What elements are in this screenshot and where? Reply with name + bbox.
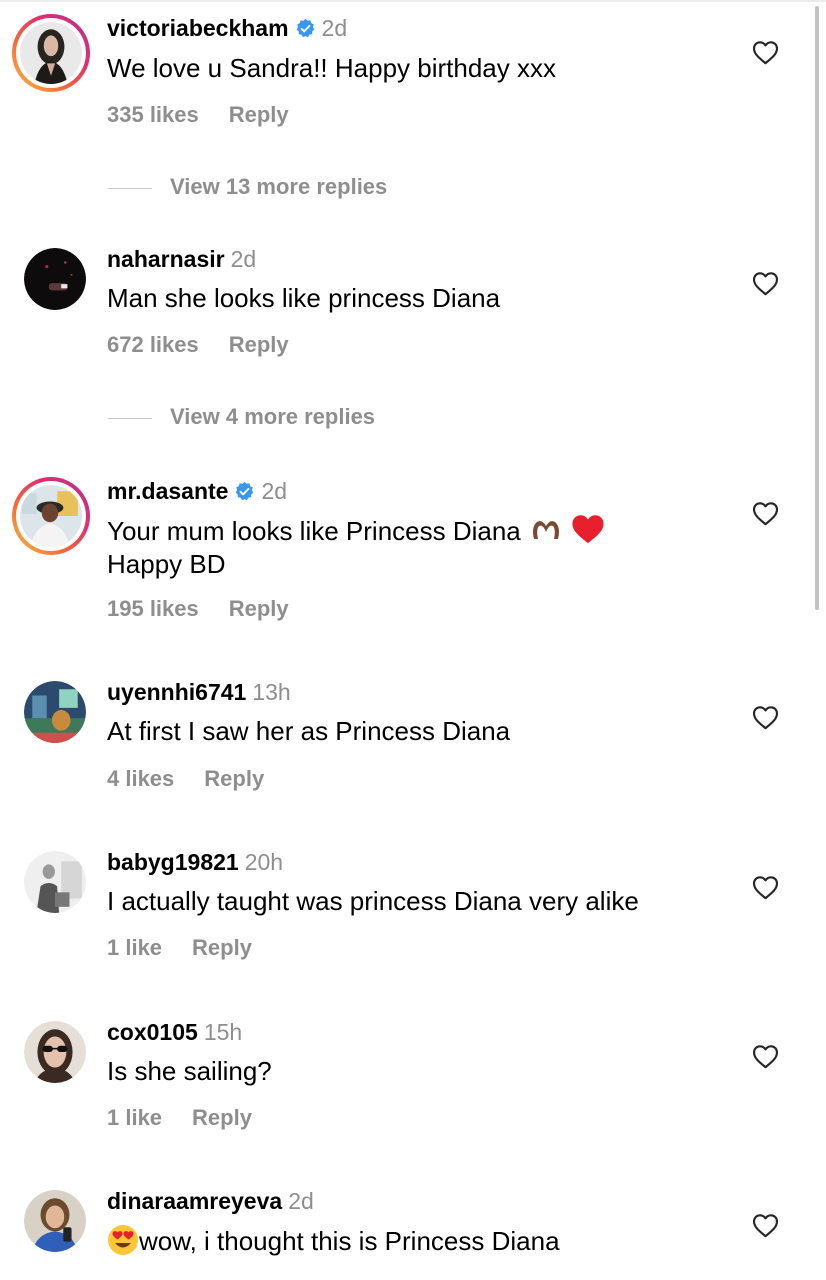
comment-text: wow, i thought this is Princess Diana (107, 1224, 747, 1258)
view-more-replies[interactable]: View 13 more replies (108, 173, 387, 201)
heart-outline-icon[interactable] (752, 875, 779, 900)
comment-text: I actually taught was princess Diana ver… (107, 886, 639, 916)
comment-time: 2d (321, 15, 348, 41)
heart-outline-icon[interactable] (752, 705, 779, 730)
avatar[interactable] (24, 1021, 86, 1083)
selfie-woman-avatar-icon (24, 1190, 86, 1252)
comment-time: 2d (261, 478, 288, 504)
likes-count[interactable]: 672 likes (107, 332, 199, 357)
view-more-replies-label: View 13 more replies (170, 174, 388, 199)
red-heart-emoji-icon (572, 515, 604, 544)
comment-time: 2d (288, 1188, 314, 1214)
likes-count[interactable]: 1 like (107, 935, 162, 960)
verified-badge-icon (236, 481, 254, 501)
dark-photo-avatar-icon (24, 248, 86, 310)
reply-button[interactable]: Reply (229, 332, 289, 357)
comment-text: At first I saw her as Princess Diana (107, 716, 511, 746)
avatar[interactable] (12, 477, 90, 555)
reply-button[interactable]: Reply (229, 102, 289, 127)
divider-line (108, 187, 152, 189)
heart-outline-icon[interactable] (752, 501, 779, 526)
verified-badge-icon (296, 18, 314, 38)
sunglasses-woman-avatar-icon (24, 1021, 86, 1083)
avatar[interactable] (24, 1190, 86, 1252)
avatar[interactable] (24, 681, 86, 743)
reply-button[interactable]: Reply (192, 935, 252, 960)
avatar[interactable] (24, 851, 86, 913)
username[interactable]: babyg19821 (107, 849, 239, 875)
heart-outline-icon[interactable] (752, 271, 779, 296)
username[interactable]: naharnasir (107, 246, 225, 272)
comment-text-line: Happy BD (107, 549, 226, 579)
reply-button[interactable]: Reply (192, 1105, 252, 1130)
comment-time: 13h (252, 679, 291, 705)
divider-line (108, 417, 152, 419)
reply-button[interactable]: Reply (204, 766, 264, 791)
likes-count[interactable]: 1 like (107, 1105, 162, 1130)
comment-text-line: Your mum looks like Princess Diana (107, 516, 521, 546)
view-more-replies-label: View 4 more replies (170, 404, 376, 429)
comment-time: 2d (230, 246, 257, 272)
username[interactable]: uyennhi6741 (107, 679, 246, 705)
comment-text: Your mum looks like Princess Diana Happy… (107, 513, 747, 581)
heart-eyes-emoji-icon (108, 1225, 138, 1255)
heart-outline-icon[interactable] (752, 1044, 779, 1069)
heart-outline-icon[interactable] (752, 40, 779, 65)
likes-count[interactable]: 335 likes (107, 102, 199, 127)
view-more-replies[interactable]: View 4 more replies (108, 403, 375, 431)
woman-photo-avatar-icon (20, 22, 82, 84)
reply-button[interactable]: Reply (229, 596, 289, 621)
bw-photo-avatar-icon (24, 851, 86, 913)
man-photo-avatar-icon (20, 485, 82, 547)
avatar[interactable] (12, 14, 90, 92)
comment-text: We love u Sandra!! Happy birthday xxx (107, 53, 556, 83)
username[interactable]: mr.dasante (107, 478, 228, 504)
avatar[interactable] (24, 248, 86, 310)
heart-outline-icon[interactable] (752, 1213, 779, 1238)
comment-text-line: wow, i thought this is Princess Diana (139, 1226, 560, 1256)
comment-time: 20h (244, 849, 284, 875)
comment-time: 15h (203, 1019, 243, 1045)
heart-hands-emoji-icon (533, 521, 559, 539)
top-divider (0, 0, 826, 2)
likes-count[interactable]: 4 likes (107, 766, 174, 791)
scrollbar[interactable] (815, 6, 819, 610)
username[interactable]: cox0105 (107, 1019, 198, 1045)
username[interactable]: victoriabeckham (107, 15, 289, 41)
username[interactable]: dinaraamreyeva (107, 1188, 282, 1214)
likes-count[interactable]: 195 likes (107, 596, 199, 621)
comment-text: Is she sailing? (107, 1056, 272, 1086)
game-scene-avatar-icon (24, 681, 86, 743)
comment-text: Man she looks like princess Diana (107, 283, 501, 313)
